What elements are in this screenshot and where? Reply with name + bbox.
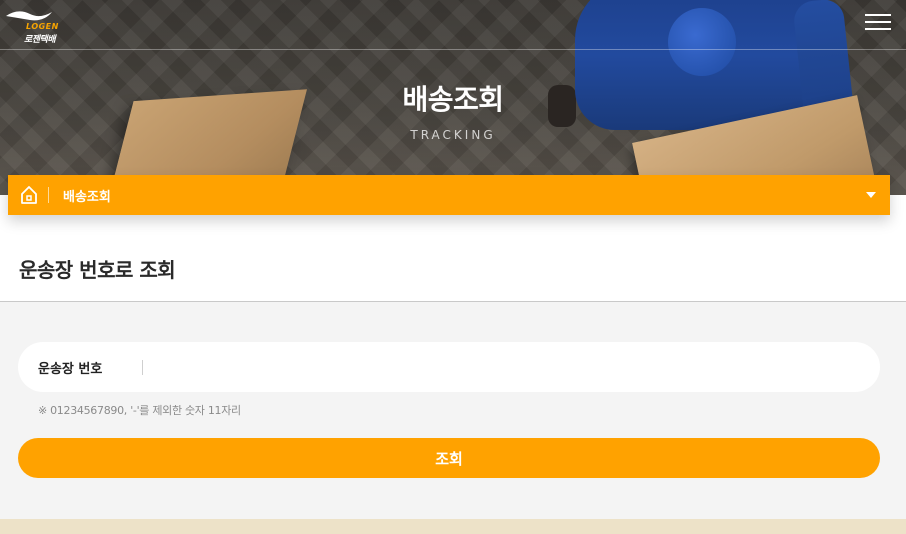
page-subtitle: TRACKING	[410, 128, 496, 142]
header-divider	[0, 49, 906, 50]
section-title: 운송장 번호로 조회	[19, 258, 176, 282]
home-icon[interactable]	[20, 185, 38, 205]
logen-logo[interactable]: LOGEN 로젠택배	[4, 4, 64, 45]
tracking-number-input[interactable]	[152, 352, 852, 382]
breadcrumb-separator	[48, 187, 49, 203]
hero-photo-worker-cap	[668, 8, 736, 76]
hamburger-menu-icon[interactable]	[865, 13, 891, 31]
page-title: 배송조회	[402, 83, 504, 116]
breadcrumb-current[interactable]: 배송조회	[63, 186, 111, 205]
logo-korean-text: 로젠택배	[24, 35, 56, 45]
logo-wordmark: LOGEN	[26, 22, 59, 31]
input-separator	[142, 360, 143, 375]
tracking-number-field[interactable]: 운송장 번호	[18, 342, 880, 392]
search-button[interactable]: 조회	[18, 438, 880, 478]
tracking-number-hint: ※ 01234567890, '-'를 제외한 숫자 11자리	[38, 404, 241, 417]
footer-strip	[0, 519, 906, 534]
breadcrumb-dropdown[interactable]: 배송조회	[8, 175, 890, 215]
tracking-number-label: 운송장 번호	[38, 362, 103, 377]
caret-down-icon[interactable]	[866, 192, 876, 198]
hero-banner: LOGEN 로젠택배 배송조회 TRACKING	[0, 0, 906, 195]
